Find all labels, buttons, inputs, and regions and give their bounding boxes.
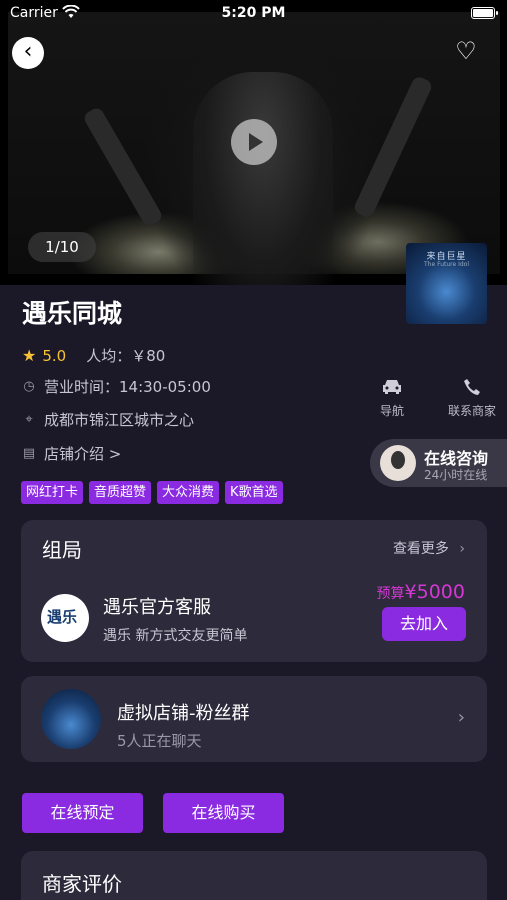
hours-text: 营业时间：14:30-05:00 <box>44 378 211 396</box>
thumb-subtitle: The Future Idol <box>424 261 469 268</box>
play-button[interactable] <box>231 119 277 165</box>
view-more-link[interactable]: 查看更多 › <box>393 538 465 558</box>
book-online-button[interactable]: 在线预定 <box>22 793 143 833</box>
clock-icon: ◷ <box>23 378 35 394</box>
back-arrow-icon: ‹ <box>23 39 33 64</box>
contact-label: 联系商家 <box>447 404 496 418</box>
contact-merchant-button[interactable]: 联系商家 <box>440 376 504 419</box>
join-button[interactable]: 去加入 <box>382 607 466 641</box>
document-icon: ▤ <box>22 445 36 461</box>
consult-subtitle: 24小时在线 <box>424 468 488 482</box>
buy-online-button[interactable]: 在线购买 <box>163 793 284 833</box>
navigate-button[interactable]: 导航 <box>370 376 414 419</box>
address-row[interactable]: ⌖ 成都市锦江区城市之心 <box>22 409 194 430</box>
shop-thumbnail[interactable]: 来自巨星 The Future Idol <box>406 243 487 324</box>
fan-group-avatar <box>41 689 101 749</box>
fan-group-card[interactable]: 虚拟店铺-粉丝群 5人正在聊天 › <box>21 676 487 762</box>
back-button[interactable]: ‹ <box>12 37 44 69</box>
chevron-right-icon: › <box>459 541 465 557</box>
fan-group-count: 5人正在聊天 <box>117 732 202 750</box>
tag: 大众消费 <box>157 481 220 504</box>
media-counter: 1/10 <box>28 232 96 262</box>
chevron-right-icon: › <box>457 707 465 728</box>
address-text: 成都市锦江区城市之心 <box>44 411 195 429</box>
budget-value: ¥5000 <box>404 581 465 603</box>
group-host-name: 遇乐官方客服 <box>103 597 211 618</box>
online-consult-button[interactable]: 在线咨询 24小时在线 <box>370 439 507 487</box>
consultant-avatar <box>380 445 416 481</box>
shop-intro-link[interactable]: ▤ 店铺介绍 > <box>22 443 122 464</box>
view-more-label: 查看更多 <box>392 541 449 557</box>
status-time: 5:20 PM <box>221 5 286 21</box>
review-title: 商家评价 <box>42 872 122 896</box>
status-bar: Carrier 5:20 PM <box>0 0 507 28</box>
favorite-button[interactable]: ♡ <box>452 37 480 65</box>
official-avatar[interactable] <box>41 594 89 642</box>
budget-label: 预算¥5000 <box>377 581 465 603</box>
shop-tags: 网红打卡 音质超赞 大众消费 K歌首选 <box>21 481 283 504</box>
tag: 音质超赞 <box>89 481 152 504</box>
performer-arm-left <box>81 105 165 229</box>
group-title: 组局 <box>42 538 82 562</box>
performer-silhouette <box>193 72 333 285</box>
heart-icon: ♡ <box>455 37 477 65</box>
per-capita-price: 人均：￥80 <box>86 347 166 365</box>
hours-row: ◷ 营业时间：14:30-05:00 <box>22 376 211 397</box>
performer-arm-right <box>352 74 434 220</box>
review-card: 商家评价 <box>21 851 487 900</box>
tag: 网红打卡 <box>21 481 84 504</box>
phone-icon <box>440 376 504 402</box>
rating-row: ★ 5.0 人均：￥80 <box>22 345 165 366</box>
shop-name: 遇乐同城 <box>22 299 123 328</box>
group-card: 组局 查看更多 › 遇乐官方客服 遇乐 新方式交友更简单 预算¥5000 去加入 <box>21 520 487 662</box>
group-host-desc: 遇乐 新方式交友更简单 <box>103 628 248 644</box>
car-icon <box>370 376 414 402</box>
battery-icon <box>471 7 498 19</box>
fan-group-name: 虚拟店铺-粉丝群 <box>117 703 250 724</box>
navigate-label: 导航 <box>379 404 404 418</box>
rating-score: 5.0 <box>42 346 67 365</box>
star-icon: ★ <box>22 346 37 365</box>
intro-text: 店铺介绍 > <box>44 445 122 463</box>
tag: K歌首选 <box>225 481 283 504</box>
budget-prefix: 预算 <box>376 586 405 602</box>
location-pin-icon: ⌖ <box>25 411 33 427</box>
